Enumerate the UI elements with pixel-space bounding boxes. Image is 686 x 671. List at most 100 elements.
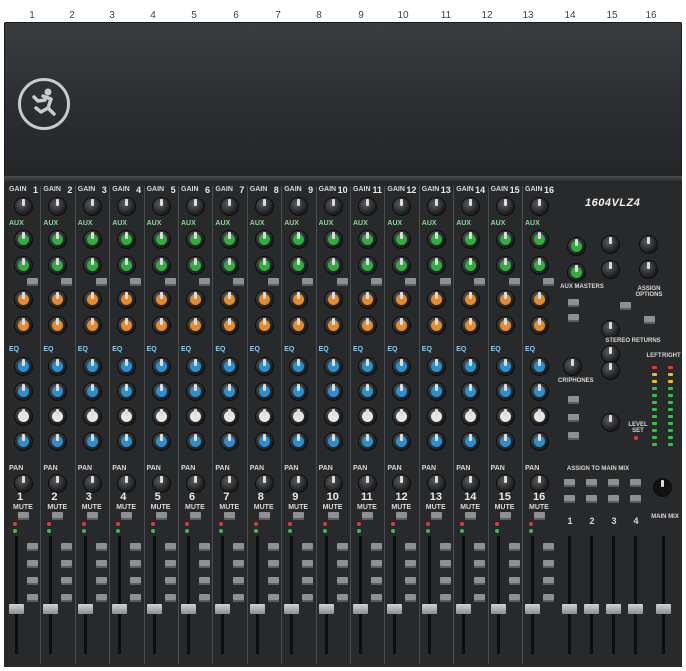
solo-button[interactable] <box>405 543 417 551</box>
aux-send-knob[interactable] <box>49 231 67 248</box>
assign-lr-button[interactable] <box>95 594 107 602</box>
eq-knob[interactable] <box>255 383 273 400</box>
solo-button[interactable] <box>508 543 520 551</box>
main-mix-assign-button[interactable] <box>564 479 575 487</box>
assign-3-4-button[interactable] <box>508 577 520 585</box>
assign-3-4-button[interactable] <box>164 577 176 585</box>
aux-send-knob[interactable] <box>359 257 376 274</box>
assign-1-2-button[interactable] <box>233 560 245 568</box>
aux-send-knob[interactable] <box>83 257 101 274</box>
gain-knob[interactable] <box>15 198 32 215</box>
pan-knob[interactable] <box>531 475 548 492</box>
aux-send-knob[interactable] <box>393 317 411 334</box>
pan-knob[interactable] <box>462 475 480 492</box>
master-knob[interactable] <box>602 236 619 253</box>
assign-lr-button[interactable] <box>474 594 486 602</box>
eq-knob[interactable] <box>187 408 204 425</box>
assign-1-2-button[interactable] <box>543 560 554 568</box>
aux-send-knob[interactable] <box>531 317 548 334</box>
mute-button[interactable] <box>362 512 373 520</box>
solo-button[interactable] <box>130 543 142 551</box>
aux-send-knob[interactable] <box>221 257 239 274</box>
assign-3-4-button[interactable] <box>233 577 245 585</box>
assign-1-2-button[interactable] <box>164 560 176 568</box>
gain-knob[interactable] <box>427 198 445 215</box>
aux-send-knob[interactable] <box>187 231 204 248</box>
eq-knob[interactable] <box>324 408 342 425</box>
pre-post-button[interactable] <box>543 278 554 286</box>
aux-send-knob[interactable] <box>152 231 170 248</box>
channel-fader[interactable] <box>284 604 300 614</box>
aux-send-knob[interactable] <box>531 231 548 248</box>
assign-lr-button[interactable] <box>336 594 348 602</box>
assign-3-4-button[interactable] <box>130 577 142 585</box>
assign-3-4-button[interactable] <box>302 577 314 585</box>
cr-phones-knob[interactable] <box>564 358 581 375</box>
assign-lr-button[interactable] <box>164 594 176 602</box>
aux-send-knob[interactable] <box>496 257 514 274</box>
eq-knob[interactable] <box>359 433 376 450</box>
eq-knob[interactable] <box>49 358 67 375</box>
aux-send-knob[interactable] <box>221 317 239 334</box>
assign-1-2-button[interactable] <box>130 560 142 568</box>
assign-1-2-button[interactable] <box>336 560 348 568</box>
pan-knob[interactable] <box>255 475 273 492</box>
eq-knob[interactable] <box>49 433 67 450</box>
eq-knob[interactable] <box>427 358 445 375</box>
aux-send-knob[interactable] <box>221 291 239 308</box>
aux-send-knob[interactable] <box>324 317 342 334</box>
mute-button[interactable] <box>190 512 201 520</box>
mute-button[interactable] <box>293 512 305 520</box>
eq-knob[interactable] <box>152 383 170 400</box>
aux-master-knob[interactable] <box>568 238 585 255</box>
pan-knob[interactable] <box>152 475 170 492</box>
pan-knob[interactable] <box>427 475 445 492</box>
assign-lr-button[interactable] <box>439 594 451 602</box>
aux-send-knob[interactable] <box>187 291 204 308</box>
eq-knob[interactable] <box>359 383 376 400</box>
eq-knob[interactable] <box>15 358 32 375</box>
aux-send-knob[interactable] <box>531 257 548 274</box>
channel-fader[interactable] <box>525 604 540 614</box>
aux-send-knob[interactable] <box>49 317 67 334</box>
assign-lr-button[interactable] <box>233 594 245 602</box>
assign-lr-button[interactable] <box>61 594 73 602</box>
main-mix-assign-button[interactable] <box>586 495 597 503</box>
eq-knob[interactable] <box>15 433 32 450</box>
assign-3-4-button[interactable] <box>95 577 107 585</box>
source-select-button[interactable] <box>568 414 579 422</box>
aux-send-knob[interactable] <box>221 231 239 248</box>
channel-fader[interactable] <box>146 604 162 614</box>
eq-knob[interactable] <box>324 358 342 375</box>
aux-master-solo-button[interactable] <box>568 314 579 322</box>
pre-post-button[interactable] <box>474 278 486 286</box>
assign-1-2-button[interactable] <box>302 560 314 568</box>
eq-knob[interactable] <box>49 408 67 425</box>
assign-3-4-button[interactable] <box>199 577 210 585</box>
assign-lr-button[interactable] <box>199 594 210 602</box>
eq-knob[interactable] <box>393 383 411 400</box>
channel-fader[interactable] <box>421 604 437 614</box>
main-mix-assign-button[interactable] <box>564 495 575 503</box>
eq-knob[interactable] <box>393 433 411 450</box>
gain-knob[interactable] <box>221 198 239 215</box>
aux-send-knob[interactable] <box>118 231 136 248</box>
pan-knob[interactable] <box>393 475 411 492</box>
assign-lr-button[interactable] <box>130 594 142 602</box>
phones-level-knob[interactable] <box>602 414 619 431</box>
pan-knob[interactable] <box>49 475 67 492</box>
aux-send-knob[interactable] <box>324 231 342 248</box>
aux-send-knob[interactable] <box>290 257 308 274</box>
master-knob[interactable] <box>640 236 657 253</box>
gain-knob[interactable] <box>187 198 204 215</box>
eq-knob[interactable] <box>187 358 204 375</box>
eq-knob[interactable] <box>531 358 548 375</box>
eq-knob[interactable] <box>187 433 204 450</box>
aux-send-knob[interactable] <box>255 317 273 334</box>
assign-3-4-button[interactable] <box>267 577 279 585</box>
eq-knob[interactable] <box>83 433 101 450</box>
subgroup-fader[interactable] <box>628 604 643 614</box>
main-mix-assign-button[interactable] <box>630 479 641 487</box>
eq-knob[interactable] <box>324 383 342 400</box>
aux-send-knob[interactable] <box>324 291 342 308</box>
